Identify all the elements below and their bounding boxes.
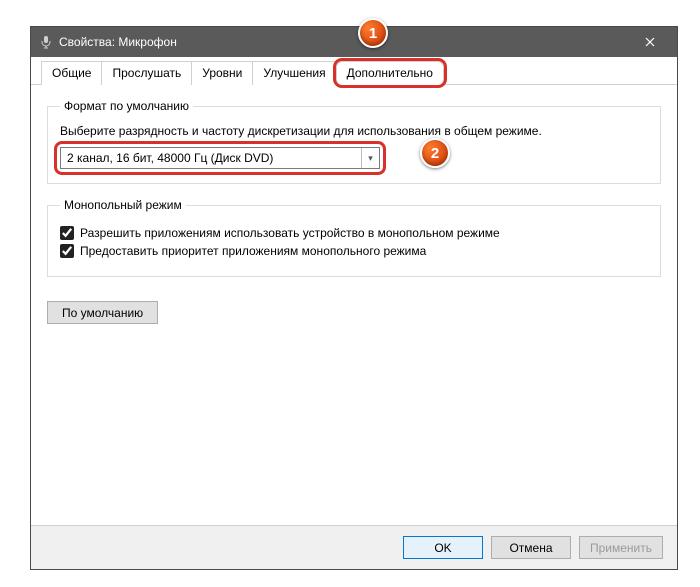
microphone-icon — [39, 35, 53, 49]
default-format-help: Выберите разрядность и частоту дискретиз… — [60, 123, 648, 139]
close-button[interactable] — [629, 27, 671, 57]
chevron-down-icon: ▾ — [361, 148, 379, 168]
annotation-callout-2: 2 — [420, 138, 450, 168]
cancel-button[interactable]: Отмена — [491, 536, 571, 559]
checkbox-exclusive-priority-input[interactable] — [60, 244, 74, 258]
tab-advanced[interactable]: Дополнительно — [336, 61, 444, 85]
tab-listen[interactable]: Прослушать — [101, 61, 192, 85]
dialog-footer: OK Отмена Применить — [31, 525, 677, 569]
format-selected-value: 2 канал, 16 бит, 48000 Гц (Диск DVD) — [67, 151, 273, 165]
format-combobox[interactable]: 2 канал, 16 бит, 48000 Гц (Диск DVD) ▾ — [60, 147, 380, 169]
group-exclusive-mode: Монопольный режим Разрешить приложениям … — [47, 198, 661, 277]
tab-general[interactable]: Общие — [41, 61, 102, 85]
checkbox-exclusive-priority[interactable]: Предоставить приоритет приложениям моноп… — [60, 244, 648, 258]
tab-enhancements[interactable]: Улучшения — [252, 61, 336, 85]
restore-defaults-button[interactable]: По умолчанию — [47, 301, 158, 324]
annotation-callout-1: 1 — [358, 18, 388, 48]
group-exclusive-legend: Монопольный режим — [60, 198, 186, 212]
format-combo-wrap: 2 канал, 16 бит, 48000 Гц (Диск DVD) ▾ — [60, 147, 380, 169]
properties-window: Свойства: Микрофон Общие Прослушать Уров… — [30, 26, 678, 570]
titlebar: Свойства: Микрофон — [31, 27, 677, 57]
checkbox-allow-exclusive-label: Разрешить приложениям использовать устро… — [80, 226, 500, 240]
tab-content: Формат по умолчанию Выберите разрядность… — [31, 85, 677, 525]
group-default-format-legend: Формат по умолчанию — [60, 99, 193, 113]
checkbox-exclusive-priority-label: Предоставить приоритет приложениям моноп… — [80, 244, 426, 258]
checkbox-allow-exclusive[interactable]: Разрешить приложениям использовать устро… — [60, 226, 648, 240]
tab-levels[interactable]: Уровни — [191, 61, 253, 85]
ok-button[interactable]: OK — [403, 536, 483, 559]
tab-row: Общие Прослушать Уровни Улучшения Дополн… — [31, 57, 677, 85]
checkbox-allow-exclusive-input[interactable] — [60, 226, 74, 240]
group-default-format: Формат по умолчанию Выберите разрядность… — [47, 99, 661, 184]
apply-button[interactable]: Применить — [579, 536, 663, 559]
window-title: Свойства: Микрофон — [59, 35, 629, 49]
